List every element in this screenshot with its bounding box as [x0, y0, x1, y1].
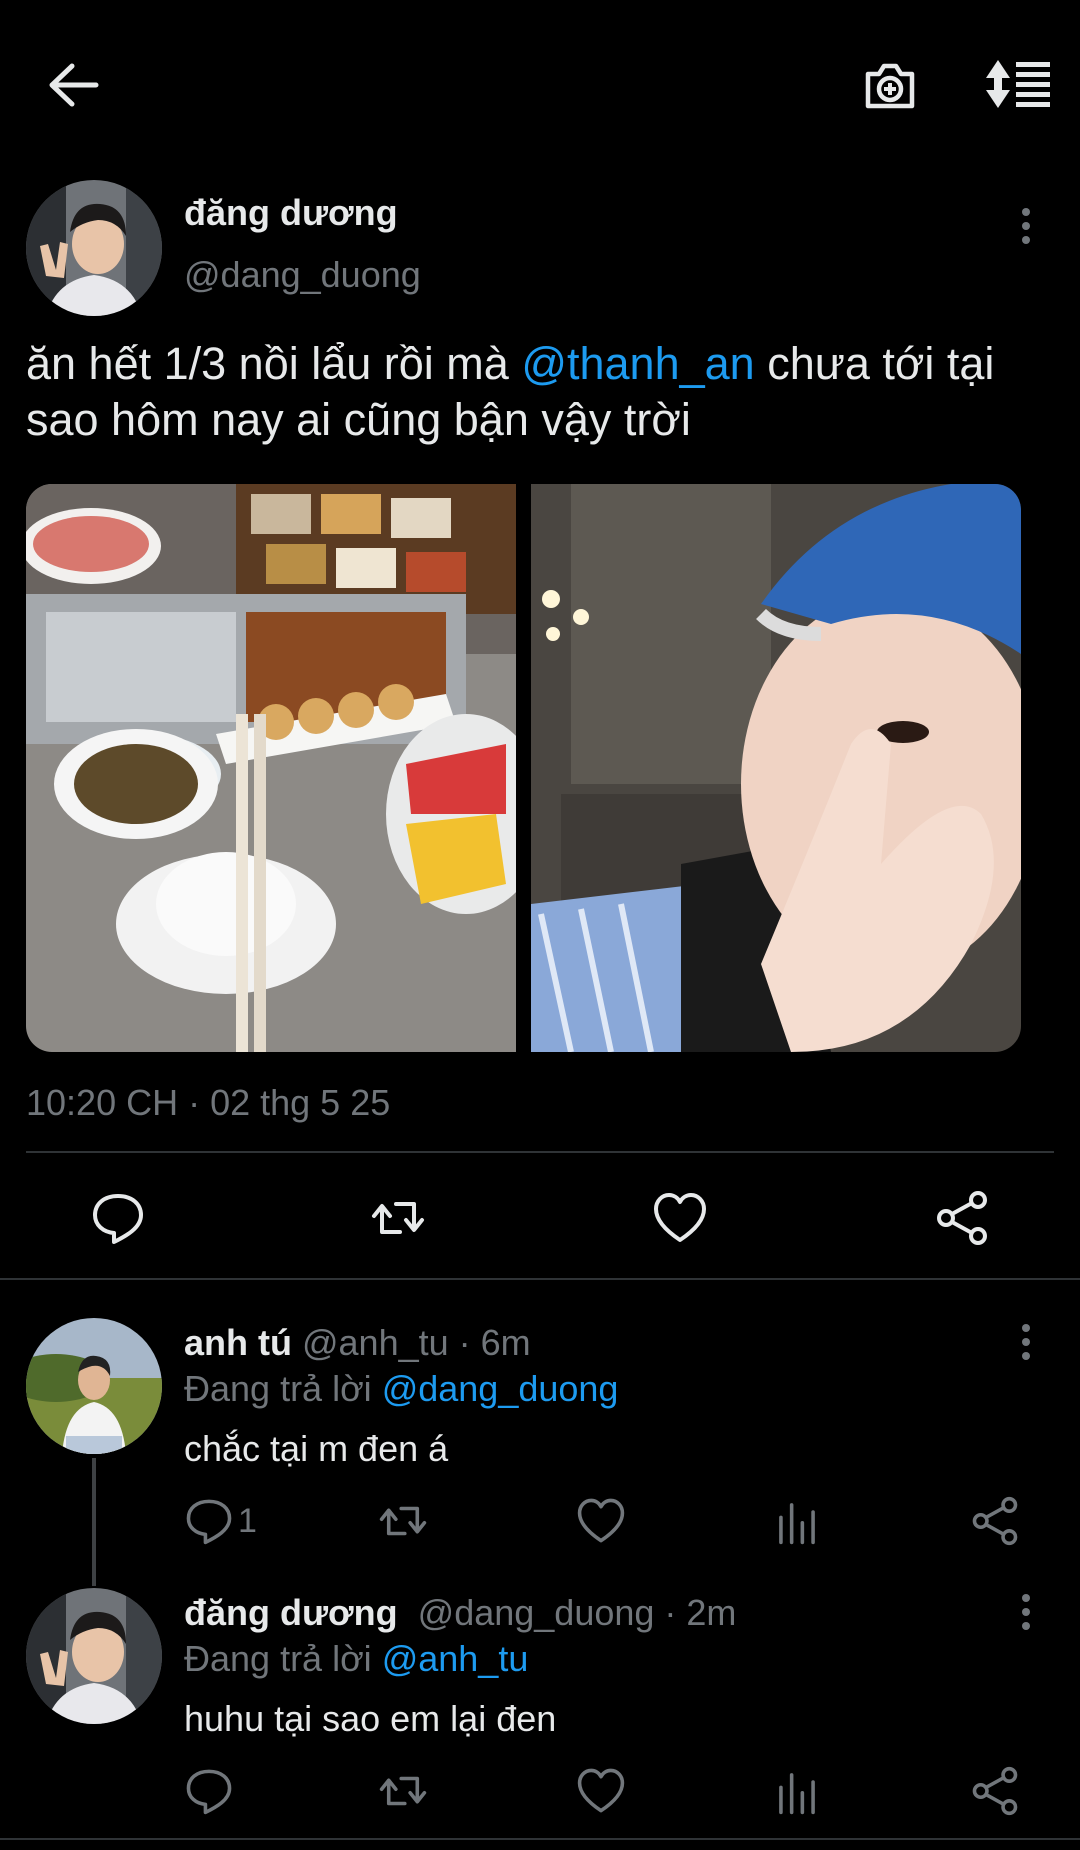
- tweet-text: ăn hết 1/3 nồi lẩu rồi mà @thanh_an chưa…: [26, 336, 1056, 448]
- reply-count: 1: [238, 1502, 257, 1540]
- reply-author-name[interactable]: anh tú: [184, 1322, 292, 1363]
- replying-to: Đang trả lời @anh_tu: [184, 1638, 528, 1680]
- author-name[interactable]: đăng dương: [184, 192, 398, 234]
- back-arrow-icon[interactable]: [46, 62, 100, 108]
- author-avatar[interactable]: [26, 180, 162, 316]
- reply-avatar[interactable]: [26, 1588, 162, 1724]
- reply-text: huhu tại sao em lại đen: [184, 1698, 557, 1739]
- retweet-icon[interactable]: [370, 1190, 426, 1246]
- more-options-icon[interactable]: [1010, 204, 1042, 248]
- more-options-icon[interactable]: [1010, 1320, 1042, 1364]
- reply-meta: @anh_tu · 6m: [291, 1322, 531, 1363]
- replying-to-link[interactable]: @dang_duong: [382, 1368, 619, 1409]
- reply-meta: @dang_duong · 2m: [397, 1592, 737, 1633]
- reply-icon[interactable]: [184, 1766, 234, 1816]
- reply-text: chắc tại m đen á: [184, 1428, 449, 1469]
- retweet-icon[interactable]: [378, 1496, 428, 1546]
- reply-icon[interactable]: [90, 1190, 146, 1246]
- divider: [0, 1278, 1080, 1280]
- photo-hotpot-table[interactable]: [26, 484, 516, 1052]
- like-heart-icon[interactable]: [652, 1190, 708, 1246]
- sort-list-icon[interactable]: [984, 58, 1052, 110]
- mention-link[interactable]: @thanh_an: [521, 338, 754, 389]
- reply-header: anh tú @anh_tu · 6m: [184, 1322, 531, 1364]
- views-chart-icon[interactable]: [772, 1496, 822, 1546]
- replying-label: Đang trả lời: [184, 1638, 382, 1679]
- reply-author-name[interactable]: đăng dương: [184, 1592, 398, 1633]
- replying-label: Đang trả lời: [184, 1368, 382, 1409]
- reply-icon[interactable]: [184, 1496, 234, 1546]
- divider: [0, 1838, 1080, 1840]
- tweet-timestamp[interactable]: 10:20 CH · 02 thg 5 25: [26, 1082, 390, 1124]
- author-handle[interactable]: @dang_duong: [184, 254, 421, 296]
- views-chart-icon[interactable]: [772, 1766, 822, 1816]
- divider: [26, 1151, 1054, 1153]
- like-heart-icon[interactable]: [576, 1766, 626, 1816]
- retweet-icon[interactable]: [378, 1766, 428, 1816]
- replying-to-link[interactable]: @anh_tu: [382, 1638, 529, 1679]
- share-icon[interactable]: [934, 1190, 990, 1246]
- photo-selfie[interactable]: [531, 484, 1021, 1052]
- reply-avatar[interactable]: [26, 1318, 162, 1454]
- camera-plus-icon[interactable]: [862, 58, 918, 114]
- thread-line: [92, 1458, 96, 1586]
- more-options-icon[interactable]: [1010, 1590, 1042, 1634]
- share-icon[interactable]: [970, 1496, 1020, 1546]
- tweet-text-part1: ăn hết 1/3 nồi lẩu rồi mà: [26, 338, 522, 389]
- reply-header: đăng dương @dang_duong · 2m: [184, 1592, 736, 1634]
- replying-to: Đang trả lời @dang_duong: [184, 1368, 618, 1410]
- like-heart-icon[interactable]: [576, 1496, 626, 1546]
- share-icon[interactable]: [970, 1766, 1020, 1816]
